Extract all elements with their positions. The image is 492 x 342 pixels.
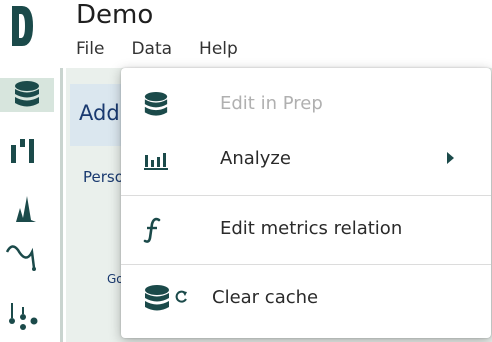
database-refresh-icon (143, 285, 193, 313)
menu-data[interactable]: Data (131, 38, 172, 60)
menu-item-edit-metrics-relation[interactable]: Edit metrics relation (121, 202, 491, 258)
menu-item-label: Edit metrics relation (220, 218, 403, 239)
columns-icon (11, 139, 34, 163)
sidebar-item-curve[interactable] (6, 240, 40, 274)
submenu-arrow-icon (447, 152, 454, 164)
curve-icon (6, 245, 36, 271)
app-logo (8, 4, 36, 48)
sidebar-item-scatter[interactable] (6, 298, 40, 332)
function-icon (143, 216, 173, 244)
menu-divider (121, 195, 491, 196)
section-label: Perso (83, 168, 124, 186)
menu-item-analyze[interactable]: Analyze (121, 132, 491, 188)
add-card-label: Add (79, 101, 120, 125)
database-icon (15, 81, 39, 107)
menu-help[interactable]: Help (199, 38, 238, 60)
menu-file[interactable]: File (76, 38, 104, 60)
menu-item-label: Edit in Prep (220, 93, 323, 114)
sidebar-item-data[interactable] (0, 78, 54, 112)
sidebar-item-columns[interactable] (6, 134, 40, 168)
sidebar (0, 68, 62, 342)
scatter-icon (9, 303, 38, 330)
sidebar-item-distribution[interactable] (6, 192, 40, 226)
data-menu-dropdown: Edit in Prep Analyze Edit metrics relati… (121, 68, 491, 338)
menubar: File Data Help (76, 38, 265, 60)
menu-item-edit-in-prep[interactable]: Edit in Prep (121, 77, 491, 133)
app-title: Demo (76, 0, 154, 30)
menu-item-clear-cache[interactable]: Clear cache (121, 271, 491, 327)
database-icon (143, 91, 173, 119)
distribution-icon (10, 196, 36, 222)
sidebar-divider (60, 68, 63, 342)
bar-chart-icon (143, 146, 173, 174)
menu-item-label: Analyze (220, 148, 291, 169)
menu-item-label: Clear cache (212, 287, 319, 308)
menu-divider (121, 264, 491, 265)
